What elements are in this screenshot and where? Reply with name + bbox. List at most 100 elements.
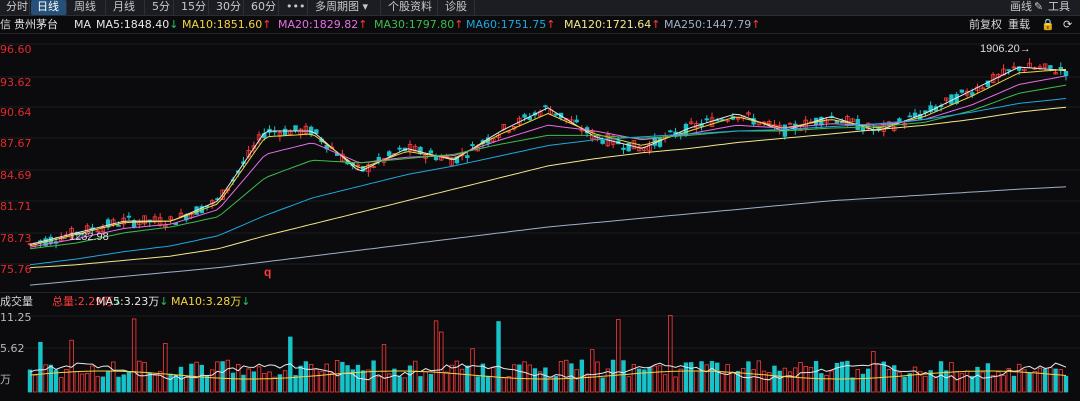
- tab-1[interactable]: 日线: [31, 0, 67, 15]
- candle-body-99: [543, 105, 548, 108]
- vol-bar-47: [272, 376, 277, 393]
- price-tick-4: 84.69: [0, 169, 32, 182]
- vol-bar-144: [777, 370, 782, 393]
- vol-bar-123: [668, 315, 673, 393]
- candle-body-85: [470, 144, 475, 147]
- candle-body-71: [397, 147, 402, 150]
- candle-body-114: [621, 147, 626, 150]
- tab-7[interactable]: 60分: [245, 0, 279, 15]
- price-tick-2: 90.64: [0, 106, 32, 119]
- tab-10[interactable]: 个股资料: [382, 0, 438, 15]
- candle-body-69: [387, 151, 392, 157]
- vol-bar-38: [225, 359, 231, 393]
- vol-bar-129: [699, 361, 704, 393]
- vol-bar-105: [574, 369, 579, 393]
- kline-chart[interactable]: 1906.20→ ←1232.98 q: [0, 34, 1080, 292]
- candle-body-17: [116, 224, 121, 227]
- vol-bar-0: [27, 369, 33, 393]
- ma-item-2: MA20:1829.82↑: [278, 18, 368, 31]
- vol-bar-65: [366, 369, 371, 393]
- ma-indicator-bar: 信 贵州茅台 MA MA5:1848.40↓ MA10:1851.60↑ MA20:…: [0, 16, 1080, 34]
- volume-ma10: MA10:3.28万↓: [171, 295, 251, 308]
- volume-tick-1: 5.62: [0, 342, 25, 355]
- vol-bar-17: [116, 376, 121, 393]
- tools-button[interactable]: 工具: [1042, 0, 1076, 15]
- tab-5[interactable]: 15分: [175, 0, 209, 15]
- vol-bar-26: [163, 343, 168, 393]
- event-marker: q: [264, 265, 271, 279]
- tab-0[interactable]: 分时: [0, 0, 30, 15]
- vol-bar-190: [1016, 363, 1022, 393]
- volume-tick-0: 11.25: [0, 311, 32, 324]
- tab-3[interactable]: 月线: [107, 0, 145, 15]
- low-annotation: ←1232.98: [58, 231, 109, 243]
- tab-4[interactable]: 5分: [146, 0, 174, 15]
- vol-bar-92: [506, 376, 512, 393]
- lock-icon[interactable]: 🔒: [1041, 17, 1055, 32]
- vol-bar-25: [157, 371, 163, 393]
- volume-chart[interactable]: [0, 310, 1080, 394]
- vol-bar-165: [886, 369, 892, 393]
- vol-bar-40: [236, 364, 241, 393]
- vol-bar-187: [1001, 375, 1006, 393]
- chart-code-label: 信: [0, 18, 11, 31]
- vol-bar-172: [923, 375, 928, 393]
- vol-bar-137: [741, 368, 746, 393]
- vol-bar-122: [662, 374, 668, 393]
- vol-bar-86: [475, 376, 480, 393]
- ma-item-5: MA120:1721.64↑: [564, 18, 661, 31]
- vol-bar-77: [428, 373, 434, 393]
- vol-bar-30: [183, 377, 189, 393]
- price-tick-6: 78.73: [0, 232, 32, 245]
- fq-button[interactable]: 前复权: [969, 17, 1002, 32]
- tab-11[interactable]: 诊股: [439, 0, 475, 15]
- reload-button[interactable]: 重载: [1008, 17, 1030, 32]
- candle-body-179: [959, 89, 965, 93]
- vol-bar-68: [381, 344, 387, 393]
- vol-bar-132: [714, 362, 720, 393]
- vol-bar-88: [485, 375, 491, 393]
- tab-2[interactable]: 周线: [68, 0, 106, 15]
- vol-bar-51: [293, 375, 298, 393]
- vol-bar-22: [142, 362, 147, 393]
- ma-label[interactable]: MA: [74, 17, 91, 32]
- vol-bar-147: [793, 367, 798, 393]
- vol-bar-103: [564, 359, 569, 393]
- vol-bar-175: [938, 361, 944, 393]
- vol-bar-139: [751, 369, 756, 393]
- vol-bar-49: [282, 370, 288, 393]
- vol-bar-95: [522, 361, 527, 393]
- vol-bar-198: [1058, 369, 1063, 393]
- tab-9[interactable]: 多周期图 ▾: [309, 0, 381, 15]
- tab-8[interactable]: •••: [280, 0, 308, 15]
- vol-bar-28: [173, 374, 178, 393]
- vol-bar-82: [454, 360, 460, 393]
- vol-bar-35: [210, 369, 215, 393]
- vol-bar-15: [105, 370, 111, 393]
- price-tick-3: 87.67: [0, 137, 32, 150]
- ma-item-0: MA5:1848.40↓: [96, 18, 179, 31]
- vol-bar-160: [860, 373, 866, 393]
- candle-body-95: [522, 114, 527, 118]
- vol-bar-90: [496, 321, 501, 393]
- vol-bar-58: [329, 372, 335, 393]
- vol-bar-192: [1027, 372, 1032, 393]
- vol-bar-168: [902, 376, 907, 393]
- vol-bar-102: [558, 361, 564, 393]
- vol-bar-18: [121, 374, 126, 393]
- vol-bar-2: [38, 341, 43, 393]
- vol-bar-125: [678, 368, 683, 393]
- vol-bar-119: [647, 366, 652, 393]
- vol-bar-76: [423, 371, 428, 393]
- refresh-icon[interactable]: ⟳: [1063, 17, 1072, 32]
- vol-bar-140: [756, 360, 762, 393]
- tab-6[interactable]: 30分: [210, 0, 244, 15]
- vol-bar-24: [152, 374, 158, 393]
- vol-bar-151: [813, 360, 819, 393]
- vol-bar-114: [621, 360, 626, 393]
- vol-bar-110: [600, 377, 605, 393]
- vol-bar-54: [308, 364, 314, 393]
- vol-bar-131: [709, 361, 715, 393]
- vol-bar-159: [855, 369, 860, 393]
- vol-bar-121: [657, 365, 663, 393]
